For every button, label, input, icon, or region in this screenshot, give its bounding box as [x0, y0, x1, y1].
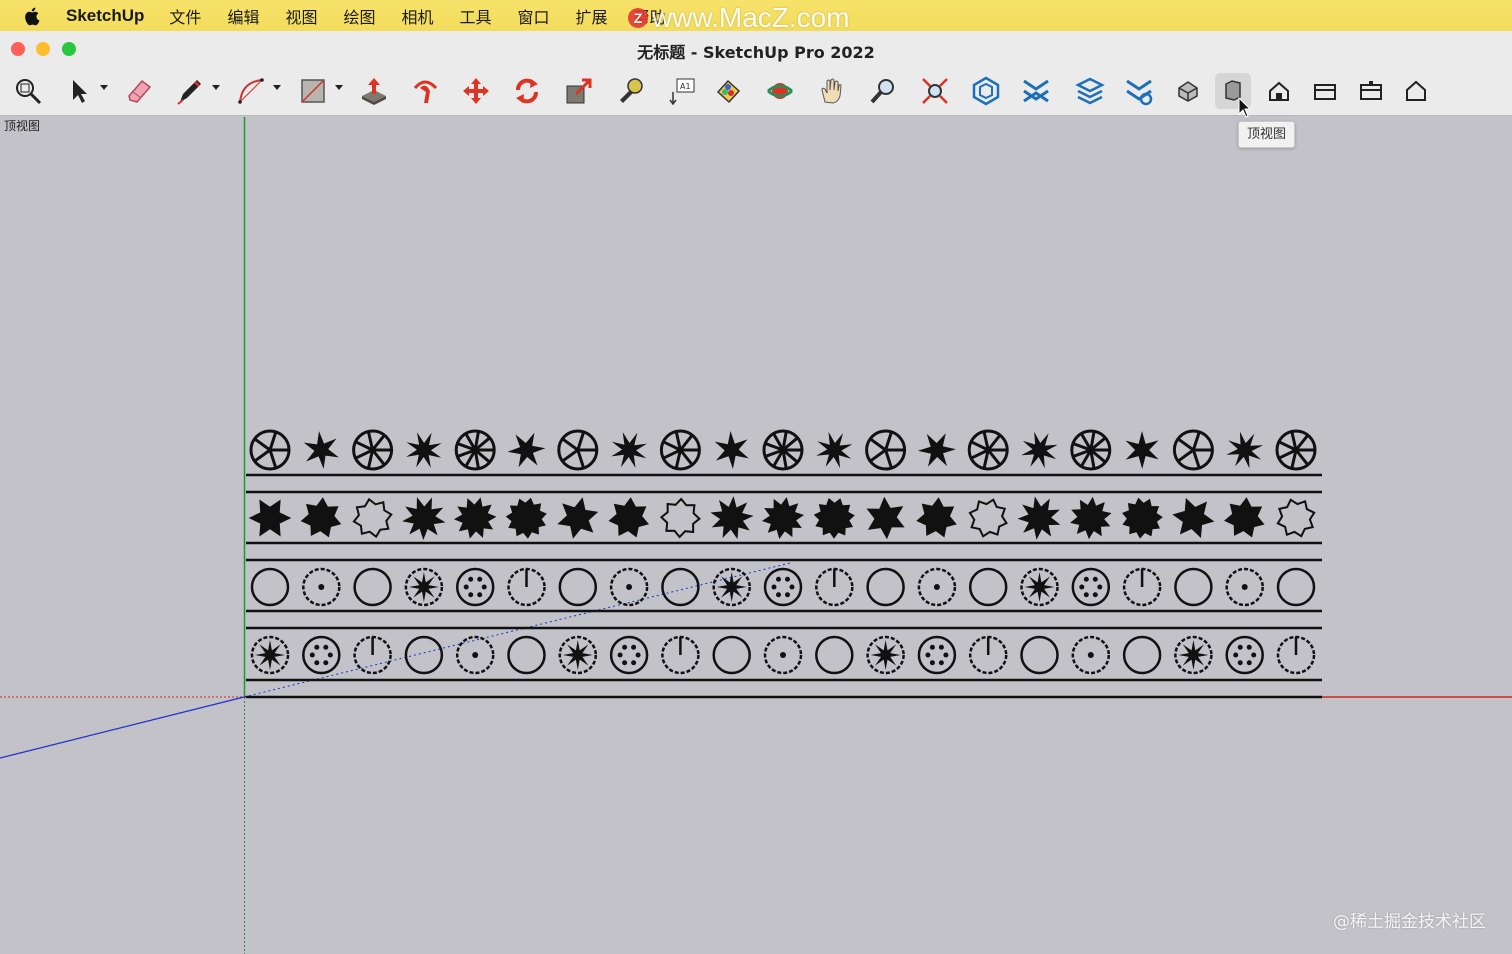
- plant-symbol: [404, 567, 444, 607]
- plant-symbol: [352, 497, 393, 539]
- plant-symbol: [813, 498, 855, 539]
- plant-symbol: [917, 567, 957, 607]
- plant-symbol: [917, 433, 956, 467]
- plant-symbol: [816, 431, 853, 469]
- plant-symbol: [558, 635, 598, 675]
- plant-symbol: [558, 567, 598, 607]
- plant-symbol: [352, 429, 394, 471]
- plant-symbol: [1174, 635, 1213, 675]
- plant-symbol: [455, 567, 495, 607]
- plant-symbol: [1174, 567, 1213, 607]
- plant-symbol: [557, 497, 599, 539]
- plant-symbol: [967, 429, 1009, 471]
- plant-symbol: [710, 496, 754, 540]
- plant-symbol: [1020, 567, 1059, 607]
- plant-symbol: [714, 431, 749, 469]
- plant-symbol: [300, 497, 342, 538]
- watermark-bottom: @稀土掘金技术社区: [1333, 912, 1486, 932]
- plant-symbol: [968, 498, 1008, 538]
- plant-symbol: [866, 567, 905, 607]
- plant-symbol: [507, 635, 546, 675]
- plant-symbol: [250, 635, 290, 675]
- plant-symbol: [404, 635, 444, 675]
- plant-symbol: [1224, 497, 1265, 538]
- plant-symbol: [659, 429, 701, 471]
- plant-symbol: [249, 429, 291, 471]
- plant-symbol: [916, 497, 957, 538]
- plant-symbol: [968, 635, 1008, 675]
- plant-symbol: [1070, 429, 1112, 471]
- plant-symbol: [917, 635, 957, 675]
- plant-symbol: [611, 432, 647, 468]
- plant-symbol: [1021, 431, 1058, 469]
- plant-symbol: [712, 635, 751, 675]
- plant-symbol: [1125, 431, 1159, 469]
- plant-symbol: [1172, 498, 1215, 538]
- plant-symbol: [1226, 431, 1264, 469]
- plant-symbol: [712, 567, 751, 607]
- plant-symbol: [661, 567, 700, 607]
- plant-symbol: [815, 635, 854, 675]
- plant-symbol: [1276, 635, 1316, 675]
- plant-symbol: [609, 567, 649, 607]
- plant-symbol: [866, 496, 905, 540]
- plant-symbol: [659, 497, 701, 539]
- plant-symbol: [1275, 429, 1317, 471]
- plant-symbol: [763, 635, 803, 675]
- plant-symbol: [1017, 496, 1061, 540]
- top-view-tooltip: 顶视图: [1238, 121, 1296, 148]
- plant-symbol: [609, 635, 649, 675]
- plant-symbol: [1276, 498, 1316, 538]
- plant-symbol: [1225, 567, 1264, 607]
- plant-symbol: [406, 432, 442, 468]
- plant-symbol: [302, 635, 341, 675]
- plant-symbol: [1070, 496, 1112, 540]
- plant-symbol: [1276, 567, 1316, 607]
- plant-symbol: [455, 635, 495, 675]
- plant-symbol: [453, 497, 497, 539]
- plant-symbol: [505, 497, 547, 539]
- plant-symbol: [1122, 635, 1162, 675]
- plant-symbol: [608, 497, 649, 538]
- plant-symbol: [866, 635, 905, 675]
- plant-symbol: [761, 497, 805, 539]
- plant-symbol: [454, 429, 496, 471]
- mouse-cursor-icon: [1238, 97, 1252, 118]
- plant-symbol: [402, 497, 446, 540]
- plant-symbol: [507, 567, 546, 607]
- plant-symbol: [353, 567, 392, 607]
- plant-symbol: [1122, 567, 1162, 607]
- plant-symbol: [302, 567, 341, 607]
- plant-symbol: [968, 567, 1008, 607]
- plant-symbol: [1071, 567, 1111, 607]
- plant-symbol: [1122, 497, 1163, 539]
- plant-symbol: [507, 432, 546, 468]
- plant-symbol: [1071, 635, 1111, 675]
- plant-symbol: [762, 429, 804, 471]
- plant-symbol: [303, 431, 339, 469]
- plant-symbol: [1020, 635, 1059, 675]
- plant-symbol: [661, 635, 700, 675]
- plant-symbol: [250, 567, 290, 607]
- plant-symbol: [1225, 635, 1264, 675]
- plant-symbol: [865, 429, 907, 471]
- plant-symbol: [1172, 429, 1214, 471]
- plant-symbol: [353, 635, 392, 675]
- plant-symbol: [248, 499, 292, 537]
- plant-symbol: [815, 567, 854, 607]
- plant-symbol: [763, 567, 803, 607]
- plant-symbol: [557, 429, 599, 471]
